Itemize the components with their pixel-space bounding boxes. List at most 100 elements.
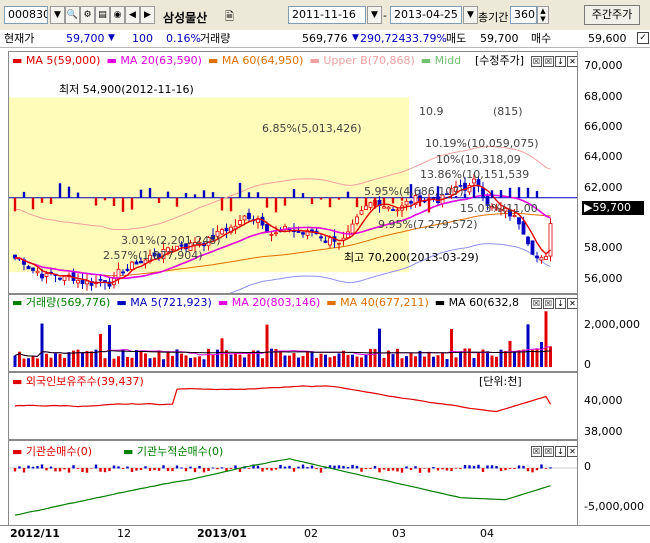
close-icon[interactable]: ✕ [567, 56, 578, 67]
inst-maximize-icon[interactable]: ☒ [543, 446, 554, 457]
candle-body [266, 224, 269, 232]
volume-bar [140, 350, 143, 367]
move-down-icon[interactable]: ↓ [555, 56, 566, 67]
price-tick-0: 70,000 [584, 59, 623, 72]
foreign-tick-1: 38,000 [584, 425, 623, 438]
volume-bar [531, 350, 534, 367]
volume-bar [437, 355, 440, 367]
candle-body [45, 274, 48, 277]
overlay-bar [365, 198, 367, 206]
vol-minimize-icon[interactable]: ☒ [531, 298, 542, 309]
current-price: 59,700 [66, 30, 105, 47]
inst-net-bar [410, 468, 412, 470]
inst-minimize-icon[interactable]: ☒ [531, 446, 542, 457]
candle-body [329, 238, 332, 245]
vol-maximize-icon[interactable]: ☒ [543, 298, 554, 309]
inst-net-bar [446, 468, 448, 470]
inst-net-bar [72, 465, 74, 468]
institution-panel: ▬ 기관순매수(0) ▬ 기관누적순매수(0) ☒ ☒ ↓ ✕ [8, 440, 578, 526]
candle-body [270, 234, 273, 235]
total-period-input[interactable]: 360 [510, 6, 537, 24]
inst-net-bar [459, 468, 461, 469]
price-y-axis: ▶59,700 70,00068,00066,00064,00062,00058… [578, 51, 650, 294]
date-from-input[interactable]: 2011-11-16 [288, 6, 366, 24]
candle-body [117, 269, 120, 278]
overlay-bar [311, 198, 313, 204]
inst-close-icon[interactable]: ✕ [567, 446, 578, 457]
volume-legend-item-2: ▬ MA 20(803,146) [218, 296, 320, 309]
volume-bar [23, 359, 26, 367]
gear-icon[interactable]: ⚙ [80, 6, 95, 24]
candle-body [396, 210, 399, 211]
price-legend-item-0: ▬ MA 5(59,000) [12, 54, 100, 67]
volume-bar [468, 349, 471, 367]
price-change: 100 [132, 30, 153, 47]
candle-body [545, 256, 548, 259]
volume-bar [126, 357, 129, 367]
volume-bar [329, 357, 332, 367]
overlay-bar [158, 198, 160, 203]
date-to-input[interactable]: 2013-04-25 [390, 6, 462, 24]
volume-bar [198, 356, 201, 367]
overlay-bar [473, 187, 475, 198]
volume-bar [27, 358, 30, 367]
volume-bar [459, 351, 462, 367]
prev-arrow-icon[interactable]: ◀ [125, 6, 140, 24]
document-icon[interactable]: 🗎 [225, 8, 234, 27]
maximize-icon[interactable]: ☒ [543, 56, 554, 67]
inst-net-bar [297, 467, 299, 469]
minimize-icon[interactable]: ☒ [531, 56, 542, 67]
overlay-bar [140, 190, 142, 198]
price-legend-item-4: ▬ Midd [421, 54, 461, 67]
volume-bar [144, 353, 147, 367]
overlay-bar [122, 198, 124, 212]
volume-bar [513, 352, 516, 367]
volume-bar [248, 354, 251, 367]
date-from-dropdown-icon[interactable]: ▼ [367, 6, 382, 24]
vol-close-icon[interactable]: ✕ [567, 298, 578, 309]
volume-bar [59, 354, 62, 367]
inst-net-bar [194, 468, 196, 472]
inst-net-bar [356, 466, 358, 469]
stock-code-input[interactable]: 000830 [4, 6, 48, 24]
candle-body [86, 281, 89, 284]
spin-icon[interactable]: ▲▼ [537, 6, 549, 24]
overlay-bar [419, 198, 421, 207]
overlay-bar [347, 192, 349, 198]
volume-y-axis: 2,000,000 0 [578, 294, 650, 372]
overlay-bar [491, 190, 493, 197]
inst-net-bar [518, 465, 520, 468]
inst-net-bar [347, 467, 349, 469]
inst-net-bar [293, 468, 295, 472]
search-icon[interactable]: 🔍 [65, 6, 80, 24]
volume-bar [180, 354, 183, 367]
volume-bar [149, 358, 152, 367]
next-arrow-icon[interactable]: ▶ [140, 6, 155, 24]
high-annotation: 최고 70,200(2013-03-29) [344, 252, 479, 264]
inst-net-bar [108, 468, 110, 471]
inst-net-bar [455, 468, 457, 469]
inst-net-bar [122, 468, 124, 469]
volume-bar [455, 357, 458, 367]
volume-bar [293, 353, 296, 367]
inst-net-bar [158, 468, 160, 471]
vol-move-down-icon[interactable]: ↓ [555, 298, 566, 309]
bid-price: 59,600 [588, 30, 627, 47]
candle-body [536, 256, 539, 258]
inst-move-down-icon[interactable]: ↓ [555, 446, 566, 457]
overlay-bar [239, 183, 241, 198]
inst-net-bar [392, 468, 394, 471]
ask-price: 59,700 [480, 30, 519, 47]
overlay-bar [248, 192, 250, 198]
weekly-price-button[interactable]: 주간주가 [584, 5, 640, 25]
inst-net-bar [27, 466, 29, 469]
window-icon[interactable]: ▤ [95, 6, 110, 24]
inst-net-bar [284, 467, 286, 469]
date-to-dropdown-icon[interactable]: ▼ [463, 6, 478, 24]
total-period-label: 총기간 [478, 9, 508, 25]
overlay-bar [68, 187, 70, 198]
chevron-down-icon[interactable]: ▼ [50, 6, 65, 24]
annotation-5: 10%(10,318,09 [436, 154, 521, 166]
eye-icon[interactable]: ◉ [110, 6, 125, 24]
option-checkbox[interactable]: ✓ [637, 32, 649, 44]
